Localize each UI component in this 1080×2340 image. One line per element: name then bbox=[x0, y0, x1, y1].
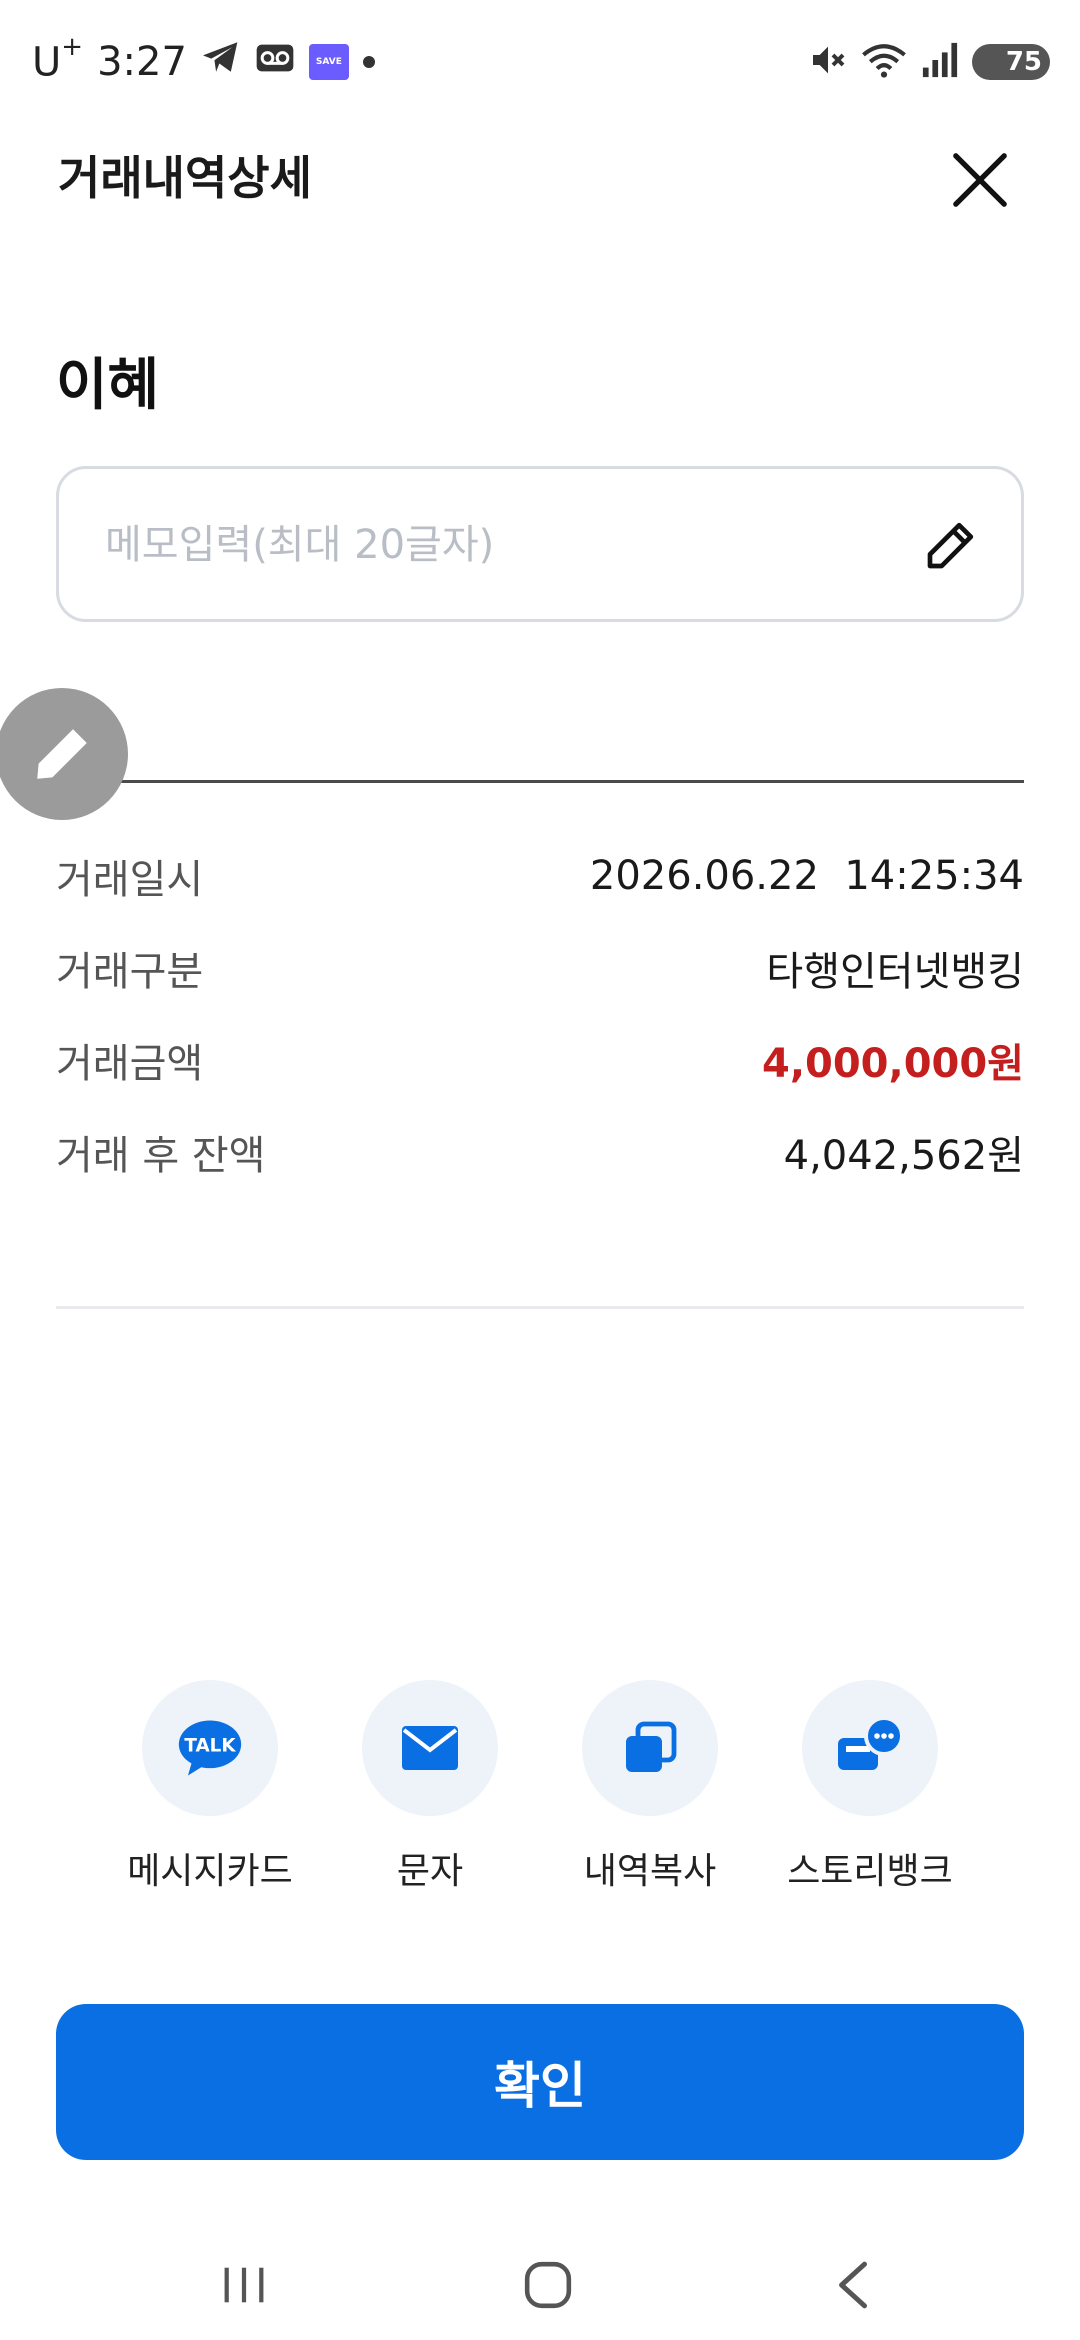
detail-label: 거래금액 bbox=[56, 1041, 204, 1087]
signal-icon bbox=[920, 41, 960, 83]
status-right: 75 bbox=[808, 36, 1050, 88]
page-title: 거래내역상세 bbox=[58, 151, 312, 205]
section-divider bbox=[56, 780, 1024, 783]
action-circle bbox=[582, 1680, 718, 1816]
carrier-label: U+ bbox=[32, 32, 84, 86]
voicemail-icon bbox=[255, 39, 295, 85]
close-icon bbox=[953, 153, 1007, 207]
action-circle bbox=[362, 1680, 498, 1816]
memo-input[interactable] bbox=[103, 509, 887, 581]
detail-row-balance: 거래 후 잔액 4,042,562원 bbox=[56, 1106, 1024, 1198]
action-label: 문자 bbox=[396, 1851, 464, 1892]
home-button[interactable] bbox=[508, 2250, 588, 2320]
status-bar: U+ 3:27 SAVE 75 bbox=[0, 0, 1080, 120]
action-label: 내역복사 bbox=[583, 1851, 717, 1892]
detail-label: 거래구분 bbox=[56, 949, 204, 995]
telegram-icon bbox=[201, 39, 241, 85]
back-button[interactable] bbox=[812, 2250, 892, 2320]
action-label: 메시지카드 bbox=[127, 1851, 293, 1892]
section-divider-light bbox=[56, 1306, 1024, 1309]
copy-icon bbox=[626, 1721, 677, 1772]
memo-field[interactable] bbox=[56, 466, 1024, 622]
pencil-icon[interactable] bbox=[919, 513, 983, 577]
detail-value: 4,042,562원 bbox=[783, 1133, 1024, 1179]
notification-dot-icon bbox=[362, 56, 375, 68]
action-circle: TALK bbox=[142, 1680, 278, 1816]
story-bank-icon bbox=[838, 1717, 904, 1770]
recipient-name: 이혜 bbox=[56, 353, 160, 418]
svg-text:TALK: TALK bbox=[184, 1736, 236, 1757]
transaction-details: 거래일시 2026.06.22 14:25:34 거래구분 타행인터넷뱅킹 거래… bbox=[56, 830, 1024, 1198]
sms-button[interactable]: 문자 bbox=[320, 1680, 540, 1900]
pencil-icon bbox=[37, 729, 87, 779]
recent-apps-icon bbox=[224, 2267, 264, 2303]
mute-icon bbox=[808, 40, 848, 84]
detail-value: 2026.06.22 14:25:34 bbox=[589, 853, 1024, 899]
detail-row-amount: 거래금액 4,000,000원 bbox=[56, 1014, 1024, 1106]
action-label: 스토리뱅크 bbox=[787, 1851, 953, 1892]
detail-value-amount: 4,000,000원 bbox=[761, 1041, 1024, 1087]
back-icon bbox=[839, 2261, 867, 2309]
system-nav-bar bbox=[0, 2220, 1080, 2340]
detail-row-datetime: 거래일시 2026.06.22 14:25:34 bbox=[56, 830, 1024, 922]
detail-label: 거래 후 잔액 bbox=[56, 1133, 266, 1179]
transaction-detail-screen: U+ 3:27 SAVE 75 거래내역상세 이혜 메모입력(최대 20글자) … bbox=[0, 0, 1080, 2340]
kakao-talk-icon: TALK bbox=[178, 1720, 242, 1776]
wifi-icon bbox=[860, 40, 908, 84]
battery-indicator: 75 bbox=[972, 44, 1050, 80]
recent-apps-button[interactable] bbox=[204, 2250, 284, 2320]
detail-row-type: 거래구분 타행인터넷뱅킹 bbox=[56, 922, 1024, 1014]
status-time: 3:27 bbox=[97, 39, 187, 85]
action-circle bbox=[802, 1680, 938, 1816]
floating-edit-button[interactable] bbox=[0, 688, 128, 820]
message-card-button[interactable]: TALK 메시지카드 bbox=[100, 1680, 320, 1900]
status-left: U+ 3:27 SAVE bbox=[32, 32, 375, 88]
detail-value: 타행인터넷뱅킹 bbox=[766, 949, 1024, 995]
share-actions: TALK 메시지카드 문자 내역복사 스토리뱅크 bbox=[100, 1680, 980, 1900]
mail-icon bbox=[402, 1726, 458, 1770]
home-icon bbox=[524, 2261, 572, 2309]
save-app-icon: SAVE bbox=[308, 44, 349, 80]
story-bank-button[interactable]: 스토리뱅크 bbox=[760, 1680, 980, 1900]
copy-history-button[interactable]: 내역복사 bbox=[540, 1680, 760, 1900]
confirm-button[interactable]: 확인 bbox=[56, 2004, 1024, 2160]
close-button[interactable] bbox=[940, 140, 1020, 220]
detail-label: 거래일시 bbox=[56, 857, 204, 903]
